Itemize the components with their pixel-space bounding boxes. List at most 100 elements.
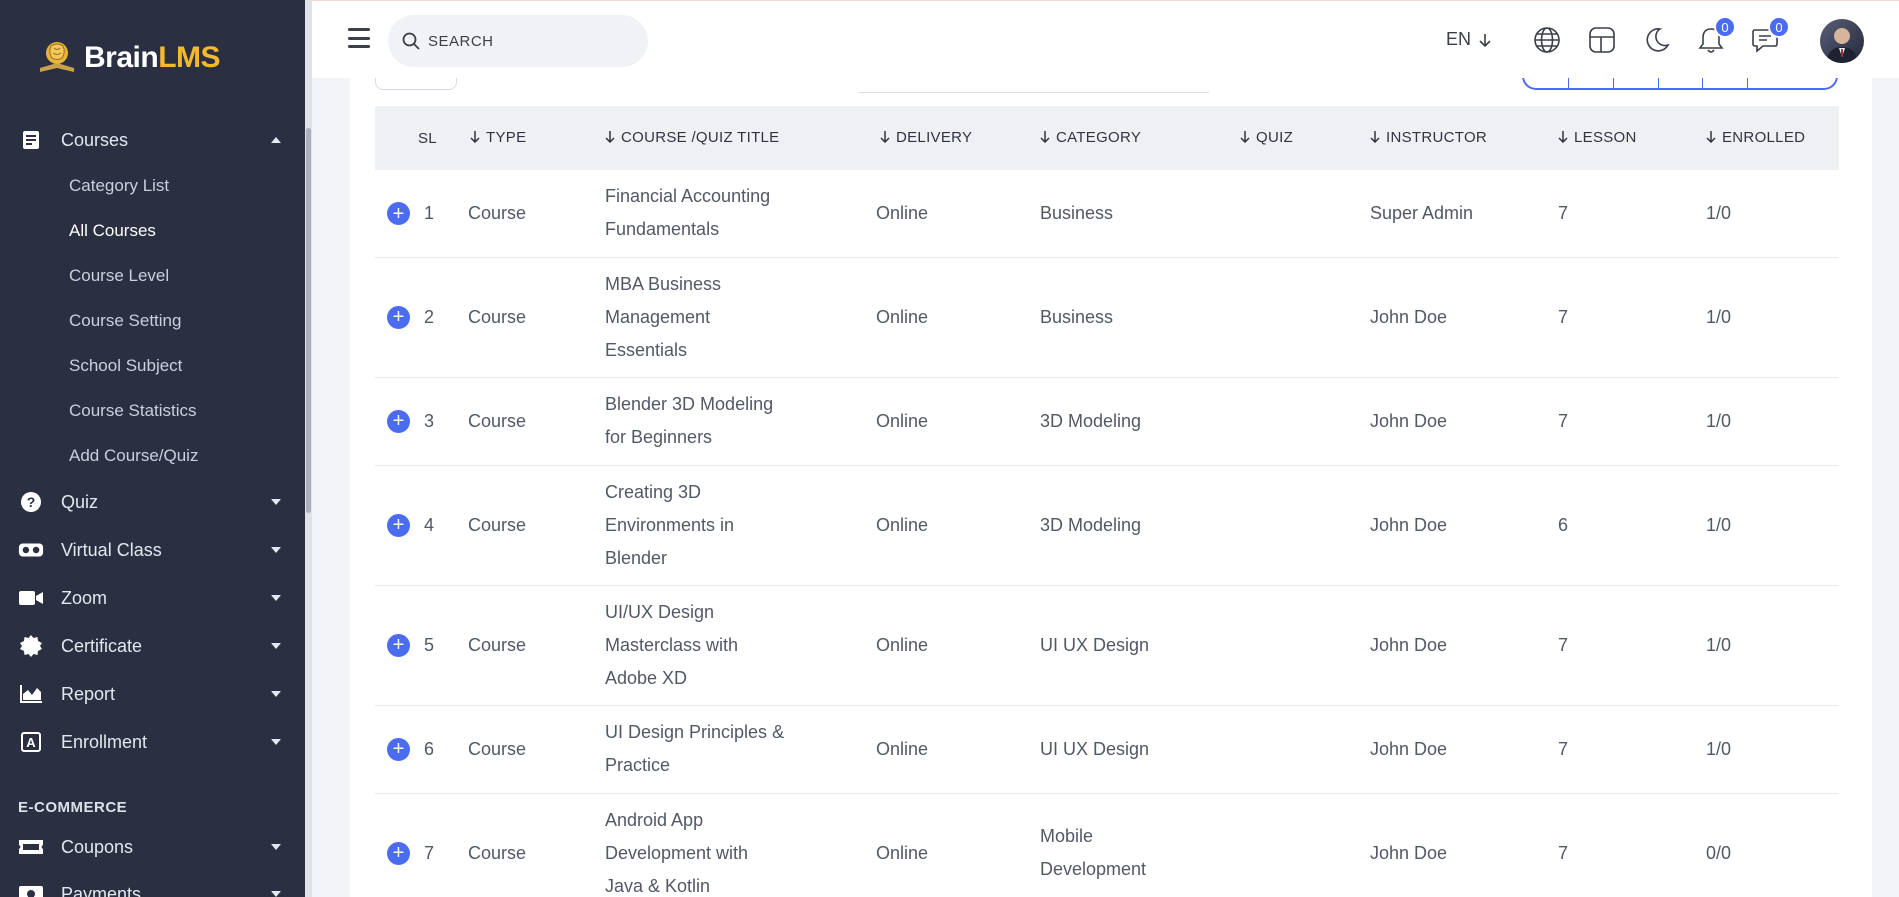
column-header-label: INSTRUCTOR xyxy=(1386,129,1488,147)
caret-down-icon xyxy=(270,888,282,897)
cell-lesson: 7 xyxy=(1558,738,1569,759)
dark-mode-moon-icon[interactable] xyxy=(1642,25,1672,55)
sidebar-scrollbar[interactable] xyxy=(305,0,312,897)
menu-toggle-icon[interactable] xyxy=(348,28,370,48)
sidebar-subitem-category-list[interactable]: Category List xyxy=(69,176,169,196)
user-avatar[interactable] xyxy=(1820,19,1864,63)
column-header-quiz[interactable]: QUIZ xyxy=(1235,106,1365,170)
cell-instructor: John Doe xyxy=(1370,410,1448,431)
course-title[interactable]: MBA Business Management Essentials xyxy=(605,268,755,367)
arrow-down-icon xyxy=(1479,33,1491,47)
sidebar-subitem-all-courses[interactable]: All Courses xyxy=(69,221,156,241)
column-header-category[interactable]: CATEGORY xyxy=(1035,106,1235,170)
table-row[interactable]: +7 Course Android App Development with Jav… xyxy=(375,793,1839,897)
category-label: 3D Modeling xyxy=(1040,410,1142,431)
sidebar-subitem-course-level[interactable]: Course Level xyxy=(69,266,169,286)
search-input[interactable] xyxy=(428,32,628,50)
table-row[interactable]: +1 Course Financial Accounting Fundamental… xyxy=(375,170,1839,257)
course-title[interactable]: Creating 3D Environments in Blender xyxy=(605,476,765,575)
table-row[interactable]: +2 Course MBA Business Management Essentia… xyxy=(375,257,1839,377)
expand-row-plus-icon[interactable]: + xyxy=(387,737,410,761)
sidebar-item-label: Report xyxy=(61,683,116,704)
cell-category: Mobile Development xyxy=(1035,793,1235,897)
cell-lesson: 7 xyxy=(1558,410,1569,431)
category-label: UI UX Design xyxy=(1040,634,1150,655)
column-header-label: QUIZ xyxy=(1256,129,1294,147)
enrollment-icon: A xyxy=(18,729,44,755)
sort-arrow-icon xyxy=(470,130,480,147)
language-selector[interactable]: EN xyxy=(1446,29,1491,50)
vr-headset-icon xyxy=(18,537,44,563)
course-title[interactable]: Android App Development with Java & Kotl… xyxy=(605,804,775,897)
sidebar-subitem-add-course-quiz[interactable]: Add Course/Quiz xyxy=(69,446,198,466)
course-title[interactable]: Financial Accounting Fundamentals xyxy=(605,180,795,246)
column-header-sl[interactable]: SL xyxy=(375,106,465,170)
sidebar-subitem-school-subject[interactable]: School Subject xyxy=(69,356,182,376)
column-header-enrolled[interactable]: ENROLLED xyxy=(1701,106,1839,170)
language-label: EN xyxy=(1446,29,1472,49)
row-number: 7 xyxy=(424,842,435,863)
category-label: 3D Modeling xyxy=(1040,514,1142,535)
sidebar-subitem-course-setting[interactable]: Course Setting xyxy=(69,311,181,331)
expand-row-plus-icon[interactable]: + xyxy=(387,202,410,226)
sidebar-item-report[interactable]: Report xyxy=(0,674,305,714)
caret-up-icon xyxy=(270,134,282,146)
column-header-delivery[interactable]: DELIVERY xyxy=(875,106,1035,170)
sidebar-subitem-course-statistics[interactable]: Course Statistics xyxy=(69,401,197,421)
column-header-type[interactable]: TYPE xyxy=(465,106,600,170)
sidebar-item-certificate[interactable]: Certificate xyxy=(0,626,305,666)
sort-arrow-icon xyxy=(1706,130,1716,147)
messages-chat-icon[interactable]: 0 xyxy=(1750,16,1790,55)
table-row[interactable]: +4 Course Creating 3D Environments in Blen… xyxy=(375,465,1839,585)
cell-delivery: Online xyxy=(876,842,929,863)
column-header-lesson[interactable]: LESSON xyxy=(1553,106,1701,170)
expand-row-plus-icon[interactable]: + xyxy=(387,633,410,657)
cell-sl: +6 xyxy=(375,705,465,793)
sidebar-item-payments[interactable]: Payments xyxy=(0,874,305,897)
brand-logo[interactable]: BrainLMS xyxy=(36,38,221,78)
layout-icon[interactable] xyxy=(1587,25,1617,55)
table-row[interactable]: +3 Course Blender 3D Modeling for Beginner… xyxy=(375,377,1839,465)
sidebar-item-zoom[interactable]: Zoom xyxy=(0,578,305,618)
cell-title: Android App Development with Java & Kotl… xyxy=(600,793,875,897)
table-header-row: SL TYPE COURSE /QUIZ TITLE DELIVERY CATE… xyxy=(375,106,1839,170)
cell-type: Course xyxy=(468,202,527,223)
cell-instructor: John Doe xyxy=(1370,842,1448,863)
notifications-bell-icon[interactable]: 0 xyxy=(1696,16,1736,55)
cell-title: Blender 3D Modeling for Beginners xyxy=(600,377,875,465)
table-filter-input[interactable] xyxy=(859,92,1209,93)
sidebar-item-enrollment[interactable]: A Enrollment xyxy=(0,722,305,762)
caret-down-icon xyxy=(270,841,282,853)
area-chart-icon xyxy=(18,681,44,707)
cell-title: MBA Business Management Essentials xyxy=(600,257,875,377)
sidebar-item-label: Quiz xyxy=(61,491,99,512)
course-title[interactable]: UI Design Principles & Practice xyxy=(605,716,795,782)
row-number: 1 xyxy=(424,203,435,224)
column-header-title[interactable]: COURSE /QUIZ TITLE xyxy=(600,106,875,170)
sidebar-item-coupons[interactable]: Coupons xyxy=(0,827,305,867)
sidebar-scrollbar-thumb[interactable] xyxy=(306,128,311,513)
expand-row-plus-icon[interactable]: + xyxy=(387,305,410,329)
course-title[interactable]: UI/UX Design Masterclass with Adobe XD xyxy=(605,596,755,695)
table-row[interactable]: +6 Course UI Design Principles & Practice O… xyxy=(375,705,1839,793)
ticket-icon xyxy=(18,834,44,860)
cell-sl: +3 xyxy=(375,377,465,465)
globe-icon[interactable] xyxy=(1532,25,1562,55)
cell-lesson: 7 xyxy=(1558,842,1569,863)
expand-row-plus-icon[interactable]: + xyxy=(387,409,410,433)
courses-table: SL TYPE COURSE /QUIZ TITLE DELIVERY CATE… xyxy=(375,106,1839,897)
expand-row-plus-icon[interactable]: + xyxy=(387,841,410,865)
caret-down-icon xyxy=(270,496,282,508)
sidebar-item-virtual-class[interactable]: Virtual Class xyxy=(0,530,305,570)
course-title[interactable]: Blender 3D Modeling for Beginners xyxy=(605,388,795,454)
search-box[interactable] xyxy=(388,15,648,67)
sidebar-item-quiz[interactable]: ? Quiz xyxy=(0,482,305,522)
cell-delivery: Online xyxy=(876,738,929,759)
cell-sl: +2 xyxy=(375,257,465,377)
messages-badge: 0 xyxy=(1768,16,1790,38)
expand-row-plus-icon[interactable]: + xyxy=(387,513,410,537)
table-row[interactable]: +5 Course UI/UX Design Masterclass with Ad… xyxy=(375,585,1839,705)
column-header-instructor[interactable]: INSTRUCTOR xyxy=(1365,106,1553,170)
sort-arrow-icon xyxy=(1240,130,1250,147)
sidebar-item-courses[interactable]: Courses xyxy=(0,120,305,160)
